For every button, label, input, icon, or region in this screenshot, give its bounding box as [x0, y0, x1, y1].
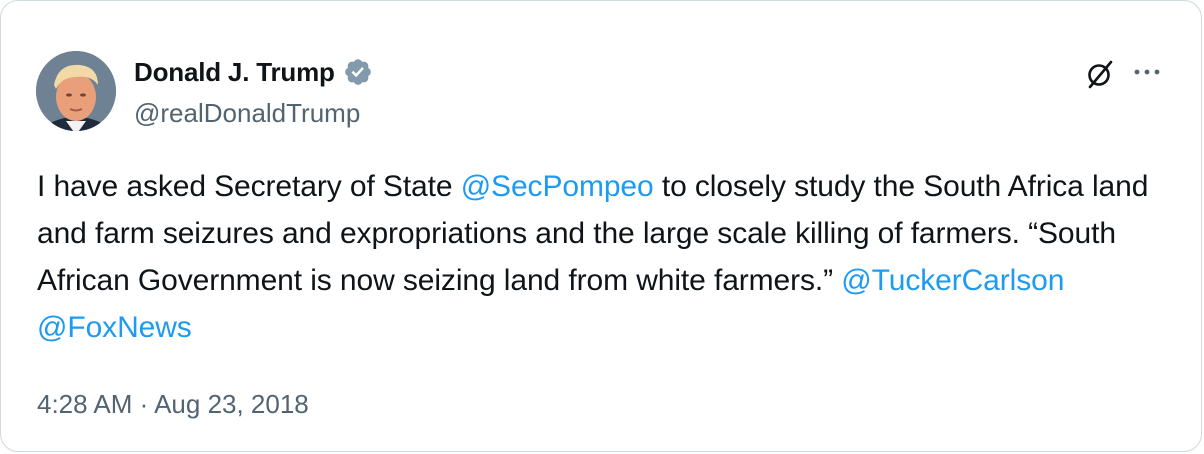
- author-handle[interactable]: @realDonaldTrump: [134, 96, 360, 130]
- grok-button[interactable]: [1083, 57, 1117, 91]
- mention-link[interactable]: @SecPompeo: [461, 170, 654, 203]
- author-display-name[interactable]: Donald J. Trump: [134, 55, 335, 89]
- timestamp-time[interactable]: 4:28 AM: [37, 389, 132, 419]
- tweet-timestamp: 4:28 AM · Aug 23, 2018: [37, 386, 309, 422]
- author-row: Donald J. Trump: [134, 55, 373, 89]
- tweet-text-segment: I have asked Secretary of State: [37, 170, 461, 203]
- tweet-text: I have asked Secretary of State @SecPomp…: [37, 163, 1177, 351]
- grok-icon: [1088, 60, 1113, 89]
- more-horizontal-icon: [1134, 69, 1160, 75]
- mention-link[interactable]: @FoxNews: [37, 311, 192, 344]
- avatar[interactable]: [36, 51, 116, 131]
- verified-badge-icon[interactable]: [343, 57, 373, 87]
- avatar-image: [36, 51, 116, 131]
- more-options-button[interactable]: [1131, 59, 1165, 85]
- timestamp-separator: ·: [132, 389, 155, 419]
- timestamp-date[interactable]: Aug 23, 2018: [154, 389, 309, 419]
- mention-link[interactable]: @TuckerCarlson: [841, 264, 1064, 297]
- tweet-card: Donald J. Trump @realDonaldTrump I have …: [0, 0, 1202, 452]
